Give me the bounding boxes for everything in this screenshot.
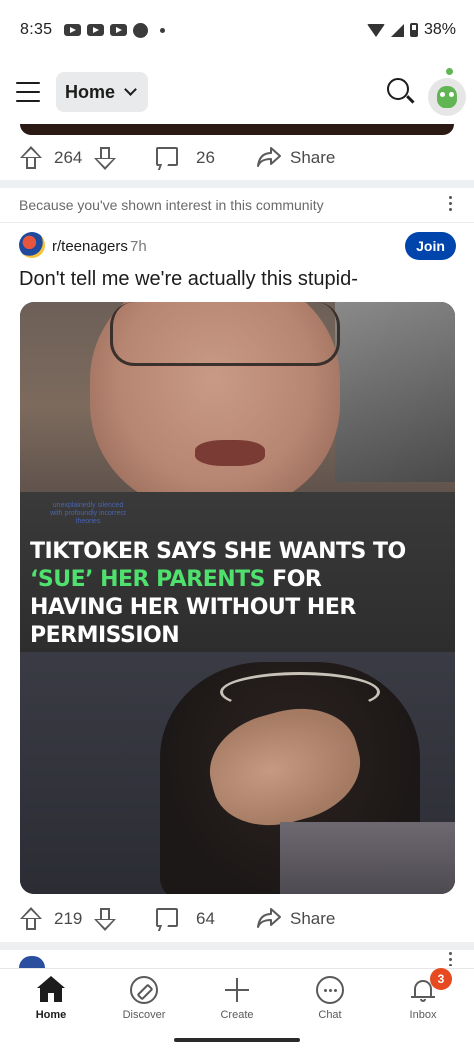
share-icon[interactable] [256,146,282,168]
vote-count: 264 [54,148,83,167]
notification-icons [64,22,166,38]
post-title[interactable]: Don't tell me we're actually this stupid… [19,268,358,291]
nav-create[interactable]: Create [190,969,284,1031]
previous-post-actions: 264 26 Share [0,138,474,178]
headline-line: HAVING HER WITHOUT HER [30,595,356,620]
downvote-icon[interactable] [94,907,116,931]
avatar[interactable] [428,68,466,116]
recommendation-bar: Because you've shown interest in this co… [0,188,474,222]
more-notifications-icon [160,27,166,33]
nav-discover[interactable]: Discover [97,969,191,1031]
status-time: 8:35 [20,21,53,38]
vote-count: 219 [54,909,83,928]
nav-label: Home [35,1009,67,1021]
previous-post-image[interactable] [20,124,454,135]
community-name[interactable]: r/teenagers [52,238,128,255]
headline-text: FOR [265,567,322,592]
menu-icon[interactable] [16,82,40,102]
home-icon [37,976,65,1004]
share-icon[interactable] [256,907,282,929]
nav-label: Inbox [409,1009,437,1021]
join-button[interactable]: Join [405,232,456,260]
meme-headline: TIKTOKER SAYS SHE WANTS TO ‘SUE’ HER PAR… [30,538,450,650]
divider [0,222,474,223]
feed-selector-label: Home [65,81,116,102]
feed-selector[interactable]: Home [56,72,148,112]
upvote-icon[interactable] [20,907,42,931]
plus-icon [223,976,251,1004]
nav-inbox[interactable]: Inbox [376,969,470,1031]
recommendation-reason: Because you've shown interest in this co… [19,197,324,213]
post-header: r/teenagers 7h Join [0,228,474,264]
post-actions: 219 64 Share [0,899,474,939]
community-avatar[interactable] [19,232,45,258]
nav-home[interactable]: Home [4,969,98,1031]
meme-top-panel: unexplainedly silenced with profoundly i… [20,302,455,652]
downvote-icon[interactable] [94,146,116,170]
post-age: 7h [130,238,147,255]
nav-chat[interactable]: Chat [283,969,377,1031]
meme-bottom-panel [20,652,455,894]
headline-line: TIKTOKER SAYS SHE WANTS TO [30,539,406,564]
post-separator [0,180,474,188]
shazam-icon [133,22,149,38]
more-options-icon[interactable] [449,196,453,212]
wifi-icon [366,23,385,37]
battery-level: 38% [423,21,456,38]
bottom-nav: Home Discover Create Chat Inbox [0,968,474,1030]
share-button[interactable]: Share [290,148,335,168]
headline-line: PERMISSION [30,623,180,648]
headline-highlight: ‘SUE’ HER PARENTS [30,567,266,592]
status-bar: 8:35 38% [0,0,474,60]
chat-icon [316,976,344,1004]
youtube-icon [110,24,128,36]
next-post-avatar[interactable] [19,956,45,968]
post-separator [0,942,474,950]
comment-count[interactable]: 64 [196,909,215,929]
comment-icon[interactable] [156,147,178,166]
more-options-icon[interactable] [449,952,453,966]
comment-count[interactable]: 26 [196,148,215,168]
upvote-icon[interactable] [20,146,42,170]
headline-line: ‘SUE’ HER PARENTS FOR [30,566,450,594]
nav-label: Create [220,1009,254,1021]
share-button[interactable]: Share [290,909,335,929]
comment-icon[interactable] [156,908,178,927]
nav-label: Discover [122,1009,166,1021]
top-nav: Home [0,60,474,124]
inbox-badge: 3 [430,968,452,990]
compass-icon [130,976,158,1004]
search-icon[interactable] [385,76,415,108]
image-watermark: unexplainedly silenced with profoundly i… [50,502,126,525]
chevron-down-icon [124,83,137,96]
youtube-icon [87,24,105,36]
system-status: 38% [366,21,456,39]
nav-label: Chat [318,1009,342,1021]
youtube-icon [64,24,82,36]
signal-icon [390,23,404,37]
gesture-bar[interactable] [174,1038,300,1042]
post-image[interactable]: unexplainedly silenced with profoundly i… [20,302,455,894]
battery-icon [409,23,418,37]
